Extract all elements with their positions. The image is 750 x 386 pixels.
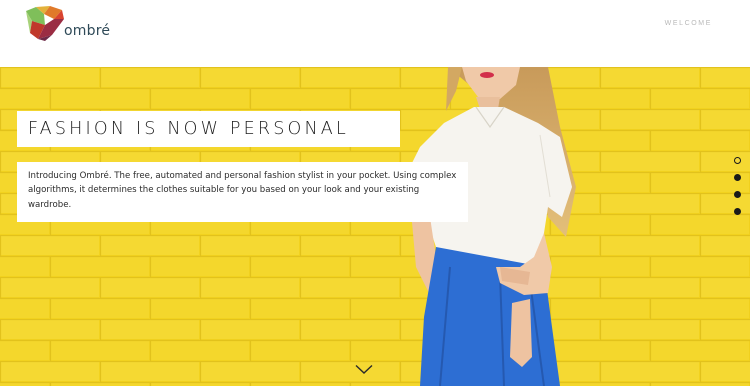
pager-dot-1[interactable]: [734, 157, 741, 164]
hero-intro-text: Introducing Ombré. The free, automated a…: [28, 171, 457, 210]
brand-logo[interactable]: ombré: [24, 5, 114, 41]
headline-box: FASHION IS NOW PERSONAL: [17, 111, 400, 147]
pager-dot-2[interactable]: [734, 174, 741, 181]
chevron-down-icon[interactable]: [355, 364, 373, 375]
pager-dot-4[interactable]: [734, 208, 741, 215]
ombre-logo-icon: [26, 6, 64, 41]
hero-section: FASHION IS NOW PERSONAL Introducing Ombr…: [0, 67, 750, 386]
intro-box: Introducing Ombré. The free, automated a…: [17, 162, 468, 222]
nav-welcome-link[interactable]: WELCOME: [665, 20, 712, 27]
site-header: ombré WELCOME: [0, 0, 750, 67]
hero-headline: FASHION IS NOW PERSONAL: [28, 119, 349, 139]
brand-name: ombré: [64, 23, 111, 39]
pager-dot-3[interactable]: [734, 191, 741, 198]
